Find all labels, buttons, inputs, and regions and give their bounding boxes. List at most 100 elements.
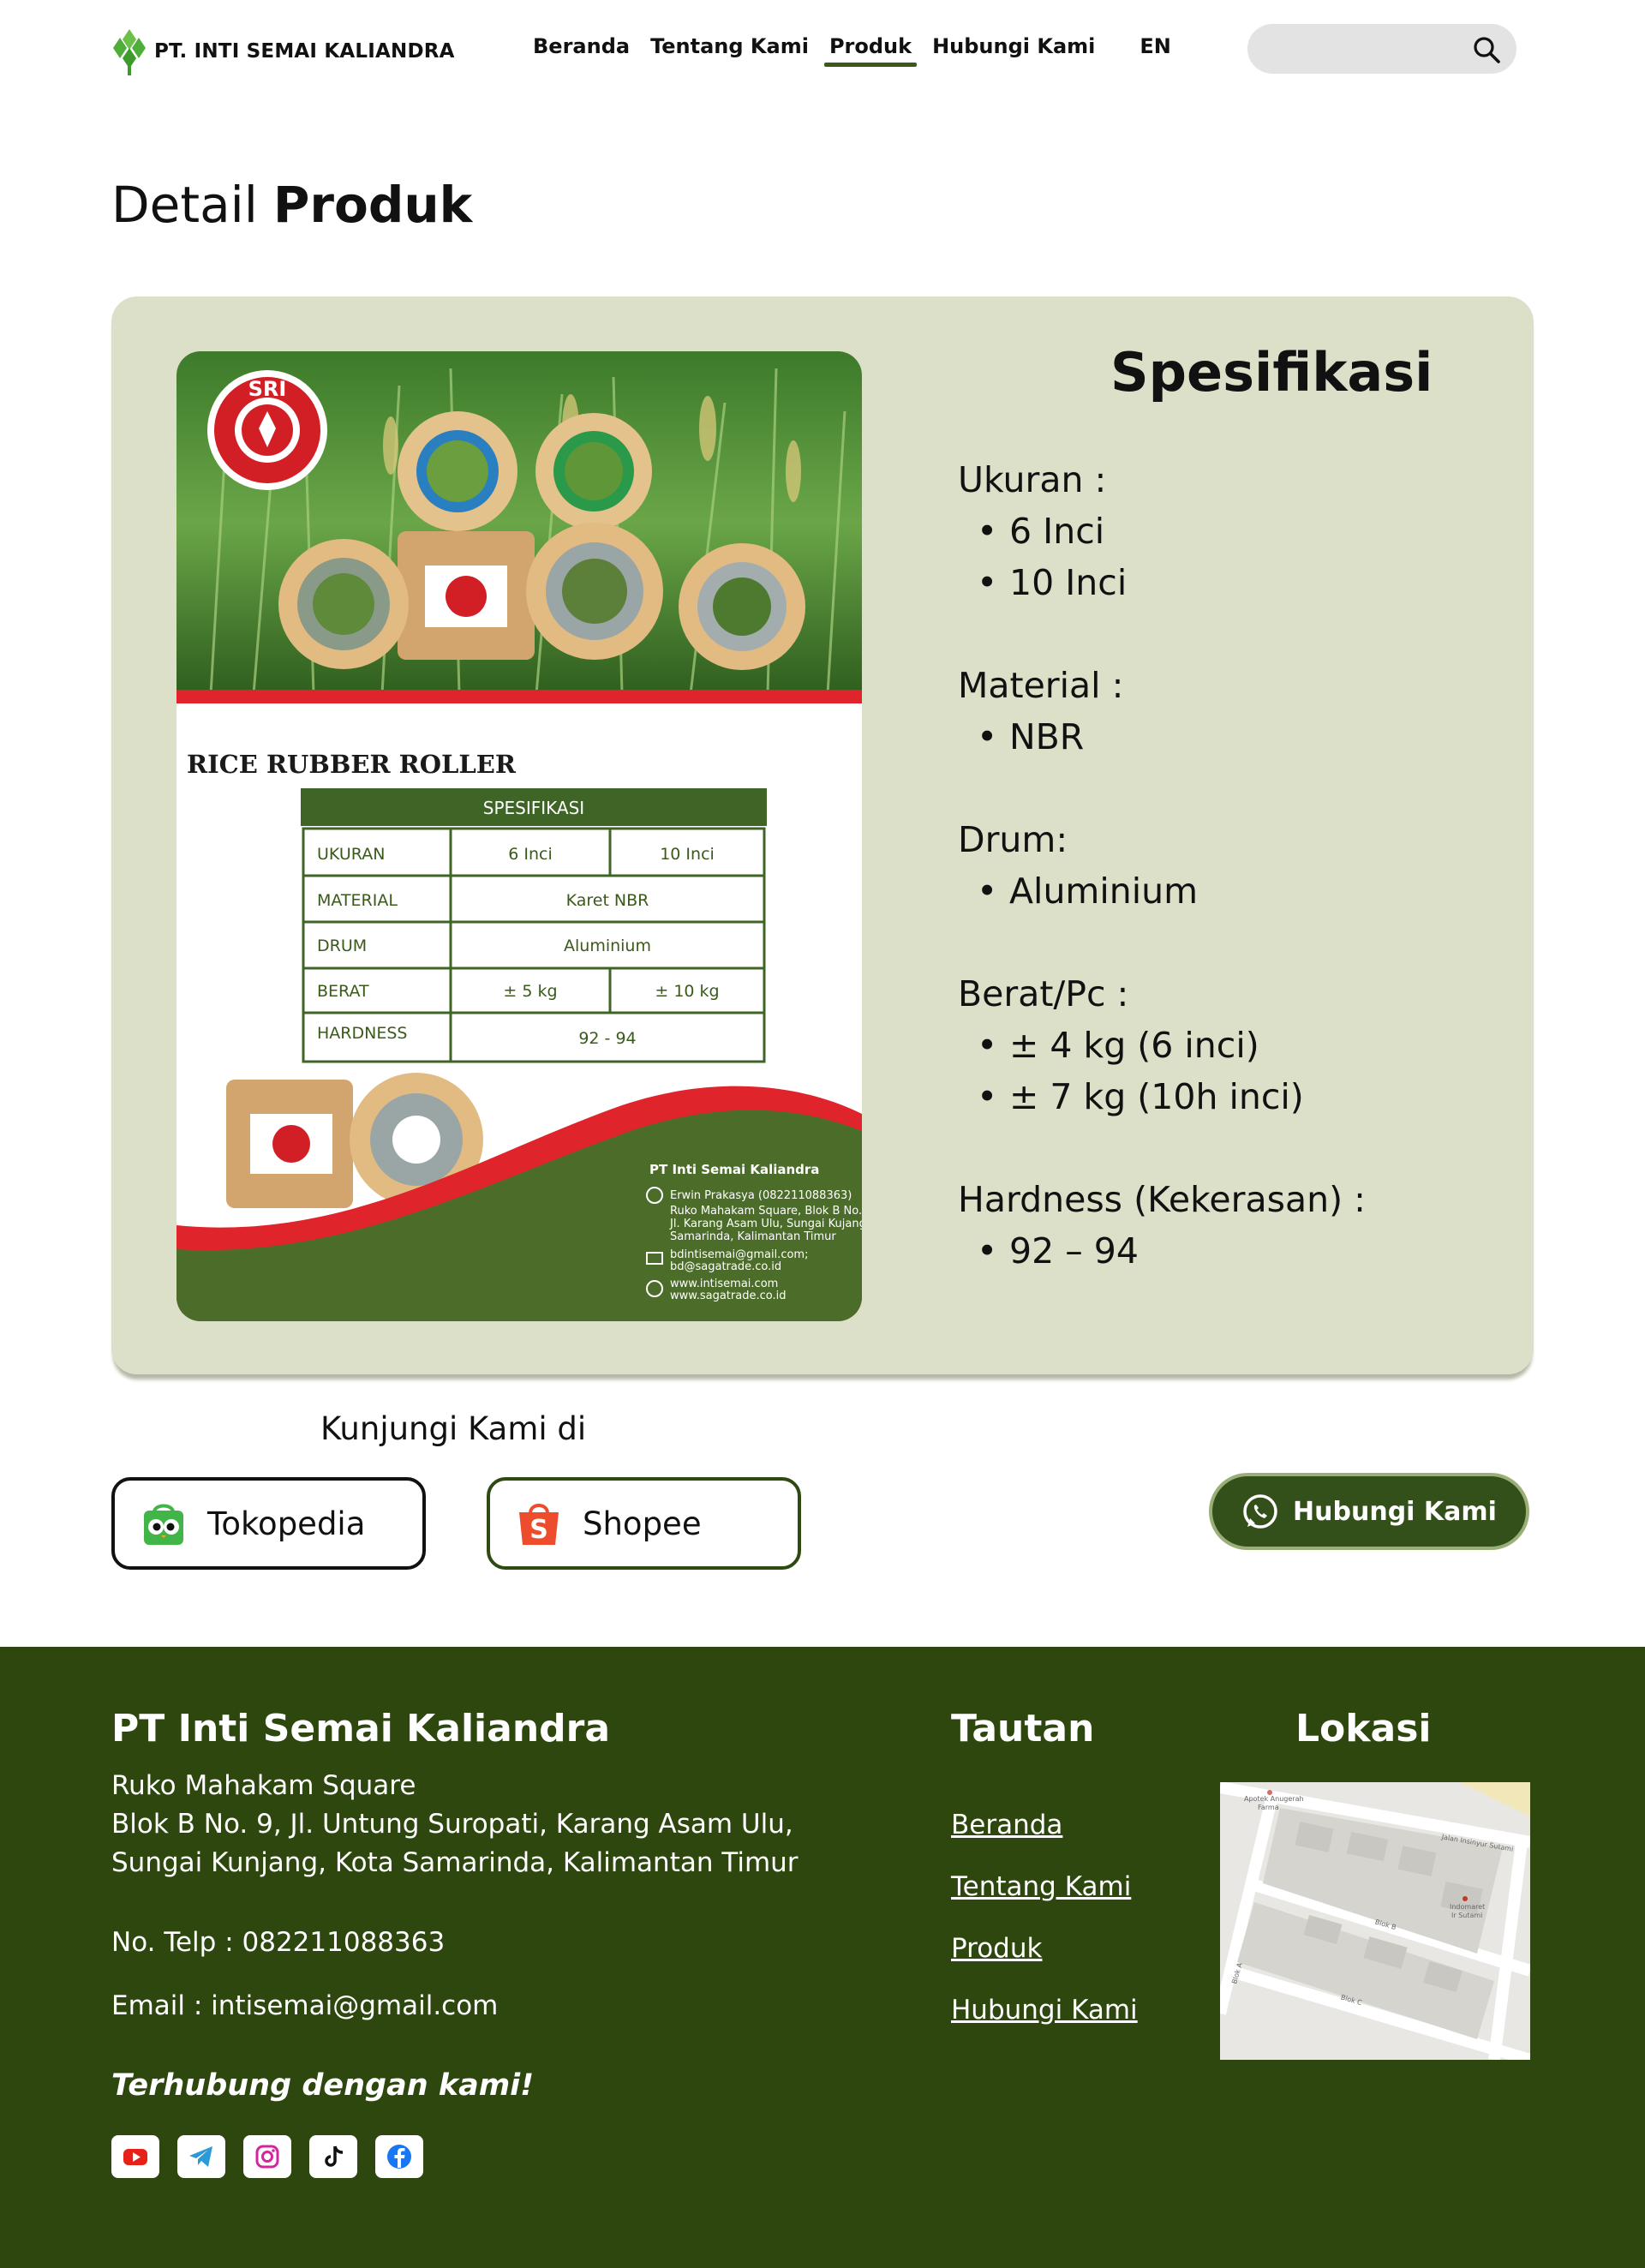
- spec-list: ± 4 kg (6 inci) ± 7 kg (10h inci): [977, 1020, 1304, 1122]
- svg-text:Samarinda, Kalimantan Timur: Samarinda, Kalimantan Timur: [670, 1230, 836, 1243]
- svg-text:Karet NBR: Karet NBR: [566, 891, 649, 910]
- leaf-logo-icon: [113, 29, 146, 75]
- footer-company-name: PT Inti Semai Kaliandra: [111, 1707, 611, 1750]
- svg-text:Erwin Prakasya (082211088363): Erwin Prakasya (082211088363): [670, 1189, 852, 1202]
- svg-text:www.sagatrade.co.id: www.sagatrade.co.id: [670, 1290, 786, 1302]
- tiktok-link[interactable]: [309, 2135, 357, 2178]
- svg-text:Aluminium: Aluminium: [564, 937, 651, 955]
- visit-label: Kunjungi Kami di: [320, 1410, 587, 1447]
- spec-list: Aluminium: [977, 865, 1198, 917]
- spec-item: 92 – 94: [977, 1225, 1366, 1277]
- tokopedia-button[interactable]: Tokopedia: [111, 1477, 426, 1570]
- spec-group-material: Material : NBR: [958, 660, 1123, 763]
- svg-text:HARDNESS: HARDNESS: [317, 1024, 407, 1043]
- spec-group-ukuran: Ukuran : 6 Inci 10 Inci: [958, 454, 1127, 608]
- map-label: Apotek Anugerah: [1244, 1795, 1304, 1803]
- spec-group-drum: Drum: Aluminium: [958, 814, 1198, 917]
- location-map[interactable]: Apotek Anugerah Farma Jalan Insinyur Sut…: [1220, 1782, 1530, 2060]
- spec-item: NBR: [977, 711, 1123, 763]
- nav-item-tentang-kami[interactable]: Tentang Kami: [640, 34, 819, 65]
- svg-text:bd@sagatrade.co.id: bd@sagatrade.co.id: [670, 1260, 781, 1273]
- instagram-icon: [255, 2145, 279, 2169]
- svg-text:S: S: [529, 1515, 548, 1545]
- svg-text:± 10 kg: ± 10 kg: [655, 982, 719, 1001]
- spec-item: 10 Inci: [977, 557, 1127, 608]
- search-bar: [1247, 24, 1516, 74]
- svg-text:PT Inti Semai Kaliandra: PT Inti Semai Kaliandra: [649, 1162, 819, 1177]
- social-links: [111, 2135, 423, 2178]
- svg-text:10 Inci: 10 Inci: [660, 845, 715, 864]
- footer-email: Email : intisemai@gmail.com: [111, 1990, 499, 2021]
- product-heading: RICE RUBBER ROLLER: [187, 750, 517, 779]
- whatsapp-icon: [1243, 1494, 1277, 1529]
- svg-text:www.intisemai.com: www.intisemai.com: [670, 1278, 778, 1290]
- svg-text:92 - 94: 92 - 94: [578, 1029, 636, 1048]
- svg-text:Farma: Farma: [1258, 1804, 1279, 1811]
- spec-list: 92 – 94: [977, 1225, 1366, 1277]
- instagram-link[interactable]: [243, 2135, 291, 2178]
- svg-text:Indomaret: Indomaret: [1450, 1903, 1485, 1911]
- site-header: PT. INTI SEMAI KALIANDRA Beranda Tentang…: [0, 0, 1645, 103]
- spec-label: Hardness (Kekerasan) :: [958, 1179, 1366, 1220]
- svg-text:Jl. Karang Asam Ulu, Sungai Ku: Jl. Karang Asam Ulu, Sungai Kujang,: [669, 1218, 862, 1230]
- search-input[interactable]: [1268, 24, 1457, 74]
- facebook-icon: [387, 2145, 411, 2169]
- telegram-link[interactable]: [177, 2135, 225, 2178]
- telegram-icon: [189, 2146, 212, 2167]
- footer-links-title: Tautan: [951, 1707, 1095, 1750]
- nav-item-produk[interactable]: Produk: [819, 34, 922, 67]
- language-switch[interactable]: EN: [1129, 34, 1181, 65]
- svg-text:SPESIFIKASI: SPESIFIKASI: [483, 798, 584, 818]
- page-title-light: Detail: [111, 176, 258, 234]
- footer-location-title: Lokasi: [1295, 1707, 1432, 1750]
- spec-group-berat: Berat/Pc : ± 4 kg (6 inci) ± 7 kg (10h i…: [958, 968, 1304, 1122]
- brand-name: PT. INTI SEMAI KALIANDRA: [154, 40, 455, 63]
- tiktok-icon: [325, 2145, 344, 2167]
- tokopedia-icon: [144, 1504, 183, 1545]
- svg-text:Ruko Mahakam Square, Blok B No: Ruko Mahakam Square, Blok B No. 9,: [670, 1205, 862, 1218]
- svg-text:bdintisemai@gmail.com;: bdintisemai@gmail.com;: [670, 1248, 808, 1261]
- youtube-link[interactable]: [111, 2135, 159, 2178]
- product-image[interactable]: SRI RICE RUBBER ROLLER SPESIFIKASI UKURA…: [176, 351, 862, 1321]
- nav-item-beranda[interactable]: Beranda: [523, 34, 640, 65]
- page-title: Detail Produk: [111, 176, 472, 234]
- footer-link-tentang-kami[interactable]: Tentang Kami: [951, 1871, 1138, 1902]
- spec-list: 6 Inci 10 Inci: [977, 506, 1127, 608]
- facebook-link[interactable]: [375, 2135, 423, 2178]
- svg-text:6 Inci: 6 Inci: [508, 845, 553, 864]
- spec-title: Spesifikasi: [1110, 341, 1433, 404]
- spec-label: Drum:: [958, 819, 1068, 860]
- footer-link-beranda[interactable]: Beranda: [951, 1810, 1138, 1840]
- svg-text:BERAT: BERAT: [317, 982, 369, 1001]
- tokopedia-label: Tokopedia: [207, 1505, 366, 1542]
- brand-logo[interactable]: PT. INTI SEMAI KALIANDRA: [111, 27, 455, 75]
- spec-item: ± 4 kg (6 inci): [977, 1020, 1304, 1071]
- page-title-bold: Produk: [272, 176, 473, 234]
- search-icon[interactable]: [1472, 35, 1501, 64]
- address-line: Sungai Kunjang, Kota Samarinda, Kalimant…: [111, 1847, 799, 1878]
- address-line: Ruko Mahakam Square: [111, 1770, 416, 1801]
- spec-label: Ukuran :: [958, 459, 1107, 500]
- spec-item: 6 Inci: [977, 506, 1127, 557]
- footer-links: Beranda Tentang Kami Produk Hubungi Kami: [951, 1810, 1138, 2056]
- svg-text:± 5 kg: ± 5 kg: [503, 982, 557, 1001]
- svg-text:DRUM: DRUM: [317, 937, 367, 955]
- sri-logo: SRI: [207, 370, 327, 490]
- spec-item: ± 7 kg (10h inci): [977, 1071, 1304, 1122]
- main-nav: Beranda Tentang Kami Produk Hubungi Kami…: [523, 34, 1181, 67]
- spec-label: Material :: [958, 665, 1124, 706]
- footer-connect-heading: Terhubung dengan kami!: [111, 2068, 535, 2103]
- site-footer: PT Inti Semai Kaliandra Ruko Mahakam Squ…: [0, 1647, 1645, 2268]
- sri-logo-text: SRI: [248, 377, 287, 401]
- shopee-label: Shopee: [583, 1505, 702, 1542]
- spec-list: NBR: [977, 711, 1123, 763]
- nav-item-hubungi-kami[interactable]: Hubungi Kami: [922, 34, 1105, 65]
- youtube-icon: [123, 2149, 147, 2165]
- spec-group-hardness: Hardness (Kekerasan) : 92 – 94: [958, 1174, 1366, 1277]
- footer-link-produk[interactable]: Produk: [951, 1933, 1138, 1964]
- contact-whatsapp-button[interactable]: Hubungi Kami: [1209, 1473, 1529, 1550]
- shopee-button[interactable]: S Shopee: [487, 1477, 801, 1570]
- address-line: Blok B No. 9, Jl. Untung Suropati, Karan…: [111, 1809, 793, 1840]
- footer-link-hubungi-kami[interactable]: Hubungi Kami: [951, 1995, 1138, 2026]
- footer-phone: No. Telp : 082211088363: [111, 1927, 446, 1958]
